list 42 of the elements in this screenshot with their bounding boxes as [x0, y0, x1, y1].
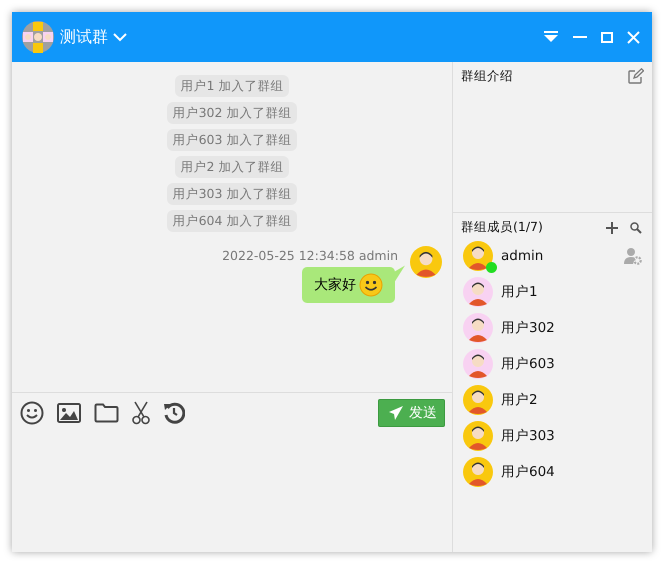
- chevron-down-icon[interactable]: [113, 32, 127, 42]
- message-text: 大家好: [314, 276, 356, 294]
- system-message: 用户604 加入了群组: [166, 210, 298, 232]
- image-icon[interactable]: [57, 403, 81, 423]
- section-title: 群组成员(1/7): [461, 219, 544, 236]
- system-message: 用户303 加入了群组: [166, 183, 298, 205]
- maximize-icon[interactable]: [601, 32, 613, 42]
- system-message: 用户603 加入了群组: [166, 129, 298, 151]
- avatar-icon[interactable]: [463, 349, 493, 379]
- smiley-icon: [359, 273, 383, 297]
- folder-icon[interactable]: [94, 403, 119, 423]
- member-name: 用户1: [501, 283, 539, 301]
- member-name: 用户302: [501, 319, 556, 337]
- group-avatar-icon: [22, 21, 54, 53]
- member-name: 用户303: [501, 427, 556, 445]
- system-message: 用户302 加入了群组: [166, 102, 298, 124]
- section-title: 群组介绍: [461, 68, 514, 85]
- message-meta: 2022-05-25 12:34:58 admin: [222, 248, 398, 263]
- avatar-icon: [410, 246, 442, 278]
- emoji-icon[interactable]: [20, 401, 44, 425]
- window-title: 测试群: [60, 26, 108, 48]
- avatar-icon[interactable]: [463, 385, 493, 415]
- paper-plane-icon: [388, 405, 404, 421]
- send-button[interactable]: 发送: [378, 399, 445, 427]
- history-icon[interactable]: [163, 402, 185, 424]
- avatar-icon[interactable]: [463, 313, 493, 343]
- scissors-icon[interactable]: [132, 401, 150, 425]
- member-name: 用户603: [501, 355, 556, 373]
- system-message: 用户1 加入了群组: [174, 75, 290, 97]
- avatar-icon[interactable]: [463, 241, 493, 271]
- avatar-icon[interactable]: [463, 421, 493, 451]
- search-icon[interactable]: [630, 222, 642, 234]
- close-icon[interactable]: [627, 30, 640, 44]
- member-name: 用户604: [501, 463, 556, 481]
- member-name: 用户2: [501, 391, 539, 409]
- member-name: admin: [501, 248, 544, 264]
- avatar-icon[interactable]: [463, 457, 493, 487]
- edit-icon[interactable]: [628, 68, 644, 84]
- system-message: 用户2 加入了群组: [174, 156, 290, 178]
- pin-down-icon[interactable]: [543, 31, 559, 43]
- avatar-icon[interactable]: [463, 277, 493, 307]
- add-icon[interactable]: [606, 222, 618, 234]
